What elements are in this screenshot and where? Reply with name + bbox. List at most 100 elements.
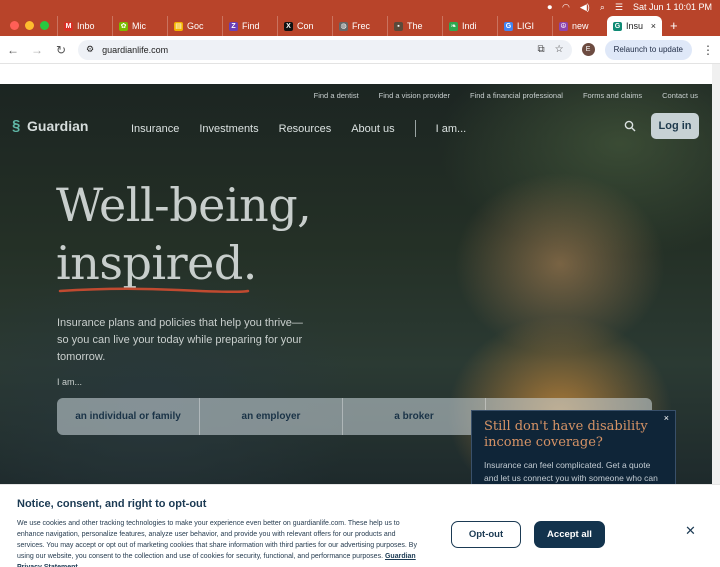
browser-tab[interactable]: ✿ Mic xyxy=(112,16,167,36)
close-icon[interactable]: ✕ xyxy=(685,523,696,539)
browser-tab[interactable]: ◍ Frec xyxy=(332,16,387,36)
close-tab-icon[interactable]: × xyxy=(651,21,656,31)
globe-icon: ◍ xyxy=(339,21,348,31)
page-scrollbar[interactable] xyxy=(712,64,720,484)
opt-out-button[interactable]: Opt-out xyxy=(451,521,521,548)
main-nav: Insurance Investments Resources About us… xyxy=(131,120,466,137)
utility-nav: Find a dentist Find a vision provider Fi… xyxy=(314,91,698,100)
close-icon[interactable]: × xyxy=(664,413,669,423)
util-link-contact[interactable]: Contact us xyxy=(662,91,698,100)
util-link-financial[interactable]: Find a financial professional xyxy=(470,91,563,100)
leaf-icon: ❧ xyxy=(449,21,458,31)
hero-section: Find a dentist Find a vision provider Fi… xyxy=(0,84,712,484)
nav-i-am[interactable]: I am... xyxy=(436,123,467,135)
close-window-button[interactable] xyxy=(10,21,19,30)
nav-insurance[interactable]: Insurance xyxy=(131,123,179,135)
tab-label: Inbo xyxy=(77,21,95,31)
new-tab-button[interactable]: + xyxy=(662,18,686,36)
browser-tab[interactable]: ▤ Goc xyxy=(167,16,222,36)
util-link-dentist[interactable]: Find a dentist xyxy=(314,91,359,100)
reload-icon[interactable]: ↻ xyxy=(54,43,68,57)
tab-label: LIGI xyxy=(517,21,535,31)
headline-line-2: inspired. xyxy=(56,236,257,290)
tab-label: Mic xyxy=(132,21,146,31)
control-center-icon[interactable]: ☰ xyxy=(615,0,623,14)
accept-all-button[interactable]: Accept all xyxy=(534,521,605,548)
browser-tab[interactable]: ▪ The xyxy=(387,16,442,36)
tab-label: Find xyxy=(242,21,260,31)
brand-name: Guardian xyxy=(27,118,89,134)
browser-tab[interactable]: G LIGI xyxy=(497,16,552,36)
browser-tab-strip: M Inbo ✿ Mic ▤ Goc Z Find X Con ◍ Frec ▪ The ❧ I… xyxy=(0,14,720,36)
window-controls xyxy=(0,21,57,36)
option-employer[interactable]: an employer xyxy=(200,398,343,435)
headline-underline-swash xyxy=(58,287,250,294)
search-icon[interactable]: ⌕ xyxy=(600,0,605,14)
forward-icon[interactable]: → xyxy=(30,43,44,57)
browser-toolbar: ← → ↻ ⚙ guardianlife.com ⧉ ☆ E Relaunch … xyxy=(0,36,720,64)
more-menu-icon[interactable]: ⋮ xyxy=(702,43,714,57)
search-icon[interactable] xyxy=(624,120,636,132)
tab-label: The xyxy=(407,21,423,31)
nav-divider xyxy=(414,120,416,137)
browser-tab[interactable]: Z Find xyxy=(222,16,277,36)
cookie-consent-banner: Notice, consent, and right to opt-out We… xyxy=(0,484,720,567)
cast-icon[interactable]: ⧉ xyxy=(538,44,545,55)
tab-label: new xyxy=(572,21,589,31)
i-am-label: I am... xyxy=(57,377,83,387)
nav-resources[interactable]: Resources xyxy=(279,123,332,135)
promo-body: Insurance can feel complicated. Get a qu… xyxy=(484,460,658,483)
system-clock[interactable]: Sat Jun 1 10:01 PM xyxy=(633,0,712,14)
google-icon: G xyxy=(504,21,513,31)
back-icon[interactable]: ← xyxy=(6,43,20,57)
nav-about-us[interactable]: About us xyxy=(351,123,394,135)
headline-line-1: Well-being, xyxy=(56,178,312,232)
page-icon: ▪ xyxy=(394,21,403,31)
site-info-icon[interactable]: ⚙ xyxy=(86,44,94,55)
guardian-logo[interactable]: § Guardian xyxy=(12,118,88,134)
browser-tab[interactable]: ☮ new xyxy=(552,16,607,36)
x-icon: X xyxy=(284,21,293,31)
zoom-window-button[interactable] xyxy=(40,21,49,30)
cookie-text: We use cookies and other tracking techno… xyxy=(17,518,417,567)
util-link-forms[interactable]: Forms and claims xyxy=(583,91,642,100)
url-text[interactable]: guardianlife.com xyxy=(102,45,168,55)
tab-label: Indi xyxy=(462,21,477,31)
guardian-icon: G xyxy=(613,21,622,31)
screen-record-icon[interactable]: ⏺ xyxy=(548,0,553,14)
browser-tab[interactable]: M Inbo xyxy=(57,16,112,36)
option-broker[interactable]: a broker xyxy=(343,398,486,435)
tab-label: Goc xyxy=(187,21,204,31)
cookie-title: Notice, consent, and right to opt-out xyxy=(17,498,207,510)
microsoft-icon: ✿ xyxy=(119,21,128,31)
browser-tab-active[interactable]: G Insu × xyxy=(607,16,662,36)
system-menubar: ⏺ ◠ ◀) ⌕ ☰ Sat Jun 1 10:01 PM xyxy=(0,0,720,14)
hero-headline: Well-being, inspired. xyxy=(56,176,312,292)
volume-icon[interactable]: ◀) xyxy=(580,0,590,14)
tab-label: Frec xyxy=(352,21,370,31)
browser-tab[interactable]: X Con xyxy=(277,16,332,36)
nav-investments[interactable]: Investments xyxy=(199,123,258,135)
guardian-mark-icon: § xyxy=(12,117,21,134)
google-docs-icon: ▤ xyxy=(174,21,183,31)
option-individual-family[interactable]: an individual or family xyxy=(57,398,200,435)
wifi-icon[interactable]: ◠ xyxy=(562,0,570,14)
profile-avatar[interactable]: E xyxy=(581,43,595,56)
promo-title: Still don't have disability income cover… xyxy=(484,419,648,450)
cookie-body: We use cookies and other tracking techno… xyxy=(17,520,417,560)
peace-icon: ☮ xyxy=(559,21,568,31)
address-bar[interactable]: ⚙ guardianlife.com ⧉ ☆ xyxy=(78,39,572,60)
browser-tab[interactable]: ❧ Indi xyxy=(442,16,497,36)
relaunch-button[interactable]: Relaunch to update xyxy=(604,39,692,60)
tab-label: Insu xyxy=(626,21,644,31)
bookmark-star-icon[interactable]: ☆ xyxy=(555,44,564,55)
tab-label: Con xyxy=(297,21,314,31)
minimize-window-button[interactable] xyxy=(25,21,34,30)
hero-subtext: Insurance plans and policies that help y… xyxy=(57,317,303,363)
page-top-spacer xyxy=(0,64,712,84)
gmail-icon: M xyxy=(64,21,73,31)
util-link-vision[interactable]: Find a vision provider xyxy=(379,91,450,100)
login-button[interactable]: Log in xyxy=(651,113,699,139)
disability-promo-popup[interactable]: × Still don't have disability income cov… xyxy=(471,410,676,484)
find-icon: Z xyxy=(229,21,238,31)
